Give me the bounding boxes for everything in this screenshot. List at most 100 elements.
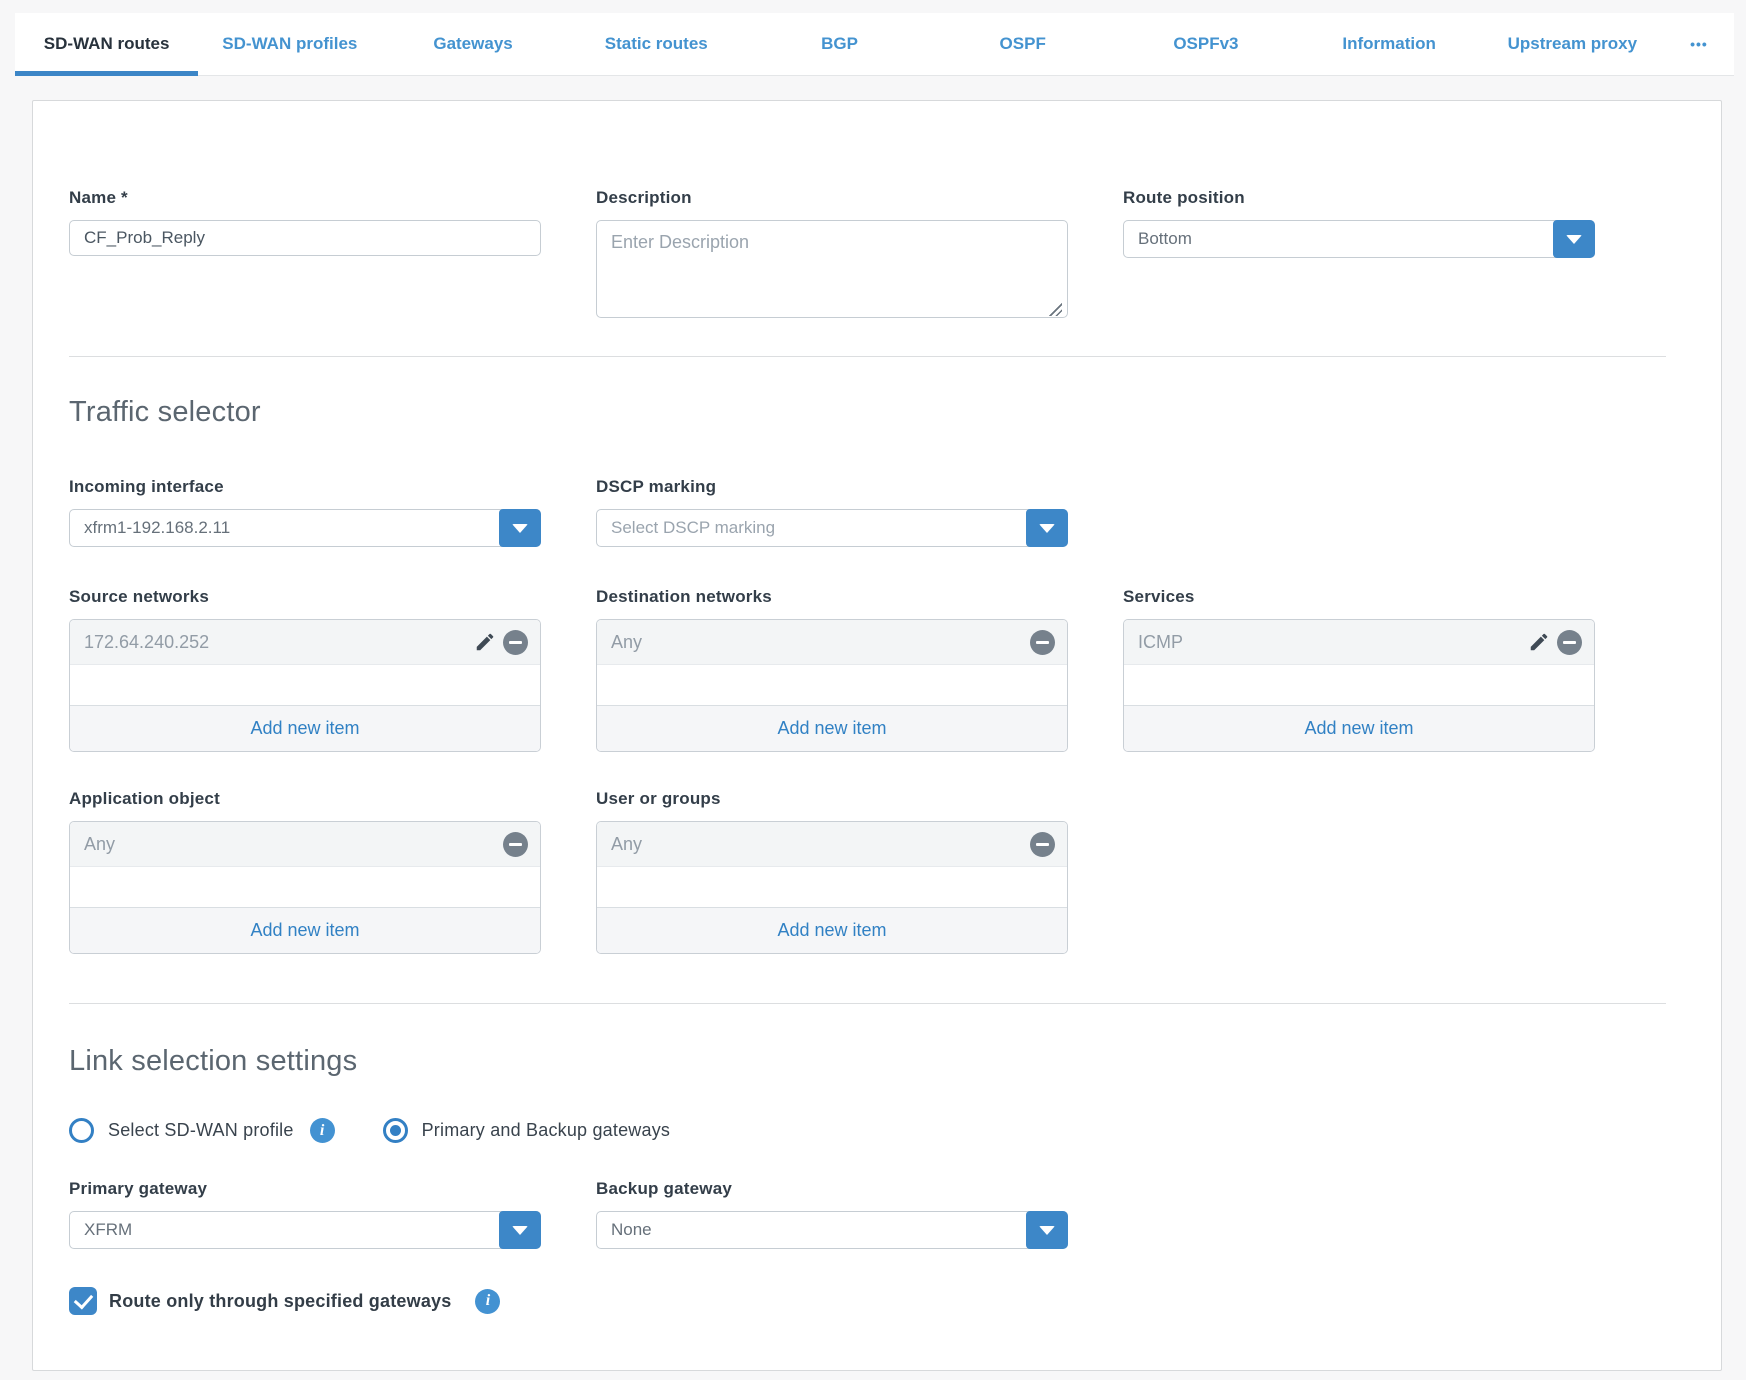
incoming-interface-value: xfrm1-192.168.2.11 — [84, 518, 230, 538]
tab-bgp[interactable]: BGP — [748, 13, 931, 75]
source-networks-add-button[interactable]: Add new item — [70, 705, 540, 751]
tab-static-routes[interactable]: Static routes — [565, 13, 748, 75]
route-position-select[interactable]: Bottom — [1123, 220, 1595, 258]
remove-icon[interactable] — [503, 630, 528, 655]
list-empty-area — [597, 665, 1067, 705]
list-item-text: Any — [611, 834, 1030, 855]
description-field-group: Description — [596, 188, 1068, 323]
list-empty-area — [70, 867, 540, 907]
source-networks-listbox: 172.64.240.252 Add new item — [69, 619, 541, 752]
dscp-marking-field-group: DSCP marking Select DSCP marking — [596, 477, 1068, 547]
remove-icon[interactable] — [1030, 630, 1055, 655]
list-item-text: 172.64.240.252 — [84, 632, 474, 653]
list-item: Any — [597, 620, 1067, 665]
services-listbox: ICMP Add new item — [1123, 619, 1595, 752]
user-or-groups-add-button[interactable]: Add new item — [597, 907, 1067, 953]
route-position-dropdown-button[interactable] — [1553, 220, 1595, 258]
services-field-group: Services ICMP Add new item — [1123, 587, 1595, 752]
incoming-interface-label: Incoming interface — [69, 477, 541, 497]
traffic-selector-title: Traffic selector — [69, 395, 1666, 429]
list-item: 172.64.240.252 — [70, 620, 540, 665]
name-input[interactable] — [69, 220, 541, 256]
edit-icon[interactable] — [474, 631, 496, 653]
route-only-label: Route only through specified gateways — [109, 1291, 451, 1312]
dscp-marking-label: DSCP marking — [596, 477, 1068, 497]
info-icon[interactable]: i — [310, 1118, 335, 1143]
tab-sdwan-profiles[interactable]: SD-WAN profiles — [198, 13, 381, 75]
incoming-interface-dropdown-button[interactable] — [499, 509, 541, 547]
tab-information[interactable]: Information — [1298, 13, 1481, 75]
radio-label: Select SD-WAN profile — [108, 1120, 294, 1141]
tab-upstream-proxy[interactable]: Upstream proxy — [1481, 13, 1664, 75]
tab-sdwan-routes[interactable]: SD-WAN routes — [15, 13, 198, 75]
destination-networks-listbox: Any Add new item — [596, 619, 1068, 752]
section-divider — [69, 356, 1666, 357]
primary-gateway-value: XFRM — [84, 1220, 132, 1240]
section-divider — [69, 1003, 1666, 1004]
remove-icon[interactable] — [1030, 832, 1055, 857]
primary-gateway-label: Primary gateway — [69, 1179, 541, 1199]
tab-more-menu[interactable]: ••• — [1664, 13, 1734, 75]
radio-primary-backup-gateways[interactable]: Primary and Backup gateways — [383, 1118, 671, 1143]
description-textarea[interactable] — [596, 220, 1068, 318]
backup-gateway-dropdown-button[interactable] — [1026, 1211, 1068, 1249]
user-or-groups-listbox: Any Add new item — [596, 821, 1068, 954]
remove-icon[interactable] — [503, 832, 528, 857]
info-icon[interactable]: i — [475, 1289, 500, 1314]
route-position-label: Route position — [1123, 188, 1595, 208]
list-item: Any — [597, 822, 1067, 867]
list-empty-area — [70, 665, 540, 705]
primary-gateway-dropdown-button[interactable] — [499, 1211, 541, 1249]
services-add-button[interactable]: Add new item — [1124, 705, 1594, 751]
services-label: Services — [1123, 587, 1595, 607]
destination-networks-add-button[interactable]: Add new item — [597, 705, 1067, 751]
primary-gateway-field-group: Primary gateway XFRM — [69, 1179, 541, 1249]
source-networks-label: Source networks — [69, 587, 541, 607]
description-label: Description — [596, 188, 1068, 208]
tab-ospf[interactable]: OSPF — [931, 13, 1114, 75]
dscp-marking-dropdown-button[interactable] — [1026, 509, 1068, 547]
application-object-add-button[interactable]: Add new item — [70, 907, 540, 953]
incoming-interface-select[interactable]: xfrm1-192.168.2.11 — [69, 509, 541, 547]
route-form-card: Name * Description Route position Bottom — [32, 100, 1722, 1371]
link-selection-title: Link selection settings — [69, 1044, 1666, 1078]
application-object-listbox: Any Add new item — [69, 821, 541, 954]
route-position-value: Bottom — [1138, 229, 1192, 249]
chevron-down-icon — [1039, 1226, 1055, 1235]
user-or-groups-label: User or groups — [596, 789, 1068, 809]
chevron-down-icon — [1039, 524, 1055, 533]
route-only-row: Route only through specified gateways i — [69, 1287, 1666, 1315]
destination-networks-field-group: Destination networks Any Add new item — [596, 587, 1068, 752]
destination-networks-label: Destination networks — [596, 587, 1068, 607]
list-empty-area — [597, 867, 1067, 907]
dscp-marking-select[interactable]: Select DSCP marking — [596, 509, 1068, 547]
backup-gateway-value: None — [611, 1220, 652, 1240]
radio-label: Primary and Backup gateways — [422, 1120, 671, 1141]
radio-selected-icon[interactable] — [383, 1118, 408, 1143]
tab-gateways[interactable]: Gateways — [381, 13, 564, 75]
list-item-text: Any — [84, 834, 503, 855]
radio-unselected-icon[interactable] — [69, 1118, 94, 1143]
edit-icon[interactable] — [1528, 631, 1550, 653]
primary-gateway-select[interactable]: XFRM — [69, 1211, 541, 1249]
list-item: Any — [70, 822, 540, 867]
dscp-marking-placeholder: Select DSCP marking — [611, 518, 775, 538]
remove-icon[interactable] — [1557, 630, 1582, 655]
list-item: ICMP — [1124, 620, 1594, 665]
source-networks-field-group: Source networks 172.64.240.252 Add new i… — [69, 587, 541, 752]
application-object-field-group: Application object Any Add new item — [69, 789, 541, 954]
chevron-down-icon — [1566, 235, 1582, 244]
tab-ospfv3[interactable]: OSPFv3 — [1114, 13, 1297, 75]
tab-bar: SD-WAN routes SD-WAN profiles Gateways S… — [15, 13, 1734, 76]
backup-gateway-field-group: Backup gateway None — [596, 1179, 1068, 1249]
user-or-groups-field-group: User or groups Any Add new item — [596, 789, 1068, 954]
backup-gateway-select[interactable]: None — [596, 1211, 1068, 1249]
radio-select-sdwan-profile[interactable]: Select SD-WAN profile i — [69, 1118, 335, 1143]
route-position-field-group: Route position Bottom — [1123, 188, 1595, 258]
name-label: Name * — [69, 188, 541, 208]
chevron-down-icon — [512, 1226, 528, 1235]
incoming-interface-field-group: Incoming interface xfrm1-192.168.2.11 — [69, 477, 541, 547]
link-selection-radio-row: Select SD-WAN profile i Primary and Back… — [69, 1118, 1666, 1143]
route-only-checkbox-checked[interactable] — [69, 1287, 97, 1315]
backup-gateway-label: Backup gateway — [596, 1179, 1068, 1199]
